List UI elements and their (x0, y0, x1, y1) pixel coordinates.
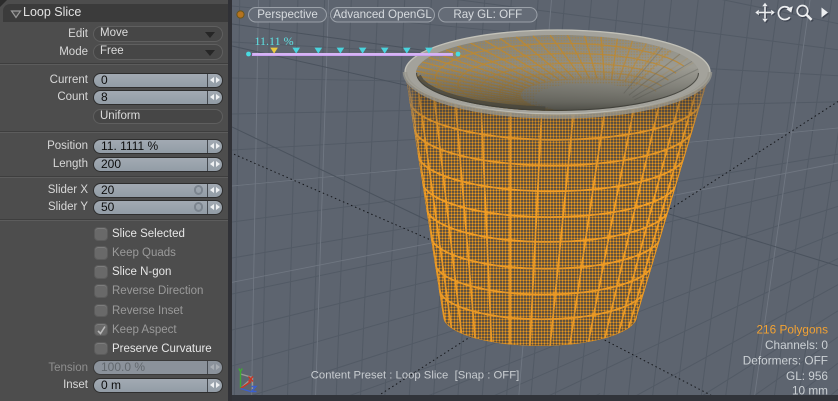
svg-text:Content Preset : Loop Slice [: Content Preset : Loop Slice [Snap : OFF] (311, 370, 519, 382)
svg-text:GL: 956: GL: 956 (786, 369, 828, 383)
svg-text:Ray GL: OFF: Ray GL: OFF (453, 8, 522, 21)
svg-text:Channels: 0: Channels: 0 (765, 338, 828, 352)
svg-text:Perspective: Perspective (257, 8, 318, 21)
svg-text:11.11 %: 11.11 % (255, 34, 294, 48)
svg-text:Advanced OpenGL: Advanced OpenGL (333, 8, 432, 21)
svg-text:216 Polygons: 216 Polygons (757, 323, 829, 337)
svg-text:Deformers: OFF: Deformers: OFF (743, 354, 828, 368)
